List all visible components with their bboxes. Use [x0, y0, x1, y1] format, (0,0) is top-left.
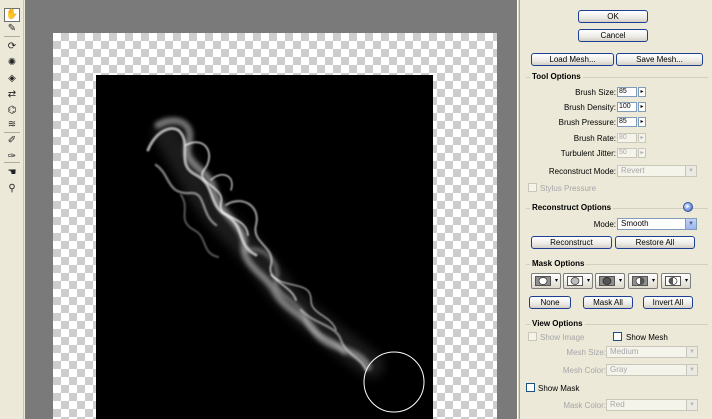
- mirror-tool-icon[interactable]: ⌬: [4, 104, 20, 118]
- stylus-pressure-label: Stylus Pressure: [540, 184, 597, 193]
- turbulent-jitter-label: Turbulent Jitter:: [560, 149, 616, 158]
- mask-options-title: Mask Options: [530, 259, 587, 268]
- chevron-down-icon: ▾: [684, 278, 688, 284]
- mode-label: Mode:: [593, 220, 616, 229]
- mesh-size-label: Mesh Size:: [566, 348, 606, 357]
- bloat-tool-icon[interactable]: ◈: [4, 72, 20, 86]
- invert-mask-button[interactable]: ▾: [661, 273, 691, 289]
- smoke-image: [146, 117, 425, 413]
- show-image-label: Show Image: [540, 333, 585, 342]
- mesh-size-select: Medium ▼: [606, 346, 698, 358]
- pucker-tool-icon[interactable]: ✺: [4, 56, 20, 70]
- chevron-down-icon: ▼: [685, 166, 696, 176]
- brush-size-field[interactable]: 85: [617, 87, 637, 97]
- mask-all-button[interactable]: Mask All: [583, 296, 633, 309]
- mesh-color-label: Mesh Color:: [562, 366, 606, 375]
- mesh-color-value: Gray: [610, 365, 628, 374]
- forward-warp-tool-icon[interactable]: ✋: [4, 8, 20, 22]
- replace-selection-mask-button[interactable]: ▾: [531, 273, 561, 289]
- chevron-down-icon[interactable]: ▼: [685, 219, 696, 229]
- ok-button[interactable]: OK: [578, 10, 648, 23]
- hand-tool-icon[interactable]: ☚: [4, 166, 20, 180]
- chevron-down-icon: ▼: [686, 400, 697, 410]
- tool-options-title: Tool Options: [530, 72, 583, 81]
- preview-canvas[interactable]: [25, 0, 517, 419]
- turbulent-jitter-field: 50: [617, 148, 637, 158]
- stylus-pressure-checkbox: [528, 183, 537, 192]
- mask-color-select: Red ▼: [606, 399, 698, 411]
- restore-all-button[interactable]: Restore All: [615, 236, 695, 249]
- mask-replace-icon: [535, 276, 551, 286]
- brush-size-arrow-icon[interactable]: ▸: [638, 87, 646, 97]
- invert-all-button[interactable]: Invert All: [643, 296, 693, 309]
- show-image-checkbox: [528, 332, 537, 341]
- mask-color-value: Red: [610, 400, 625, 409]
- intersect-mask-button[interactable]: ▾: [628, 273, 658, 289]
- brush-density-field[interactable]: 100: [617, 102, 637, 112]
- mask-intersect-icon: [632, 276, 648, 286]
- mask-subtract-icon: [599, 276, 615, 286]
- mode-value: Smooth: [621, 219, 649, 228]
- image-layer[interactable]: [96, 75, 433, 419]
- twirl-clockwise-tool-icon[interactable]: ⟳: [4, 40, 20, 54]
- brush-density-label: Brush Density:: [563, 103, 616, 112]
- brush-density-arrow-icon[interactable]: ▸: [638, 102, 646, 112]
- brush-size-label: Brush Size:: [575, 88, 616, 97]
- turbulent-jitter-arrow-icon: ▸: [638, 148, 646, 158]
- mask-none-button[interactable]: None: [529, 296, 571, 309]
- show-mask-checkbox[interactable]: [526, 383, 535, 392]
- toolbar-separator: [4, 132, 20, 133]
- toolbar-separator: [4, 36, 20, 37]
- brush-pressure-arrow-icon[interactable]: ▸: [638, 117, 646, 127]
- view-options-title: View Options: [530, 319, 585, 328]
- chevron-down-icon: ▾: [651, 278, 655, 284]
- chevron-down-icon: ▾: [554, 278, 558, 284]
- turbulence-tool-icon[interactable]: ≋: [4, 118, 20, 132]
- brush-rate-label: Brush Rate:: [573, 134, 616, 143]
- add-to-mask-button[interactable]: ▾: [563, 273, 593, 289]
- reconstruct-button[interactable]: Reconstruct: [531, 236, 612, 249]
- brush-pressure-field[interactable]: 85: [617, 117, 637, 127]
- show-mesh-label: Show Mesh: [626, 333, 668, 342]
- reconstruct-mode-dropdown[interactable]: Smooth ▼: [617, 218, 697, 230]
- freeze-mask-tool-icon[interactable]: ✐: [4, 134, 20, 148]
- subtract-from-mask-button[interactable]: ▾: [595, 273, 625, 289]
- save-mesh-button[interactable]: Save Mesh...: [616, 53, 703, 66]
- chevron-down-icon: ▾: [586, 278, 590, 284]
- brush-rate-arrow-icon: ▸: [638, 133, 646, 143]
- push-left-tool-icon[interactable]: ⇄: [4, 88, 20, 102]
- reconstruct-options-title: Reconstruct Options: [530, 203, 614, 212]
- mask-invert-icon: [665, 276, 681, 286]
- show-mask-label: Show Mask: [538, 384, 580, 393]
- mask-add-icon: [567, 276, 583, 286]
- toolbar-separator: [4, 162, 20, 163]
- tool-palette: ✋ ✎ ⟳ ✺ ◈ ⇄ ⌬ ≋ ✐ ✑ ☚ ⚲: [0, 0, 24, 419]
- brush-rate-field: 80: [617, 133, 637, 143]
- reconstruct-options-arrow-icon[interactable]: ▸: [683, 202, 693, 212]
- chevron-down-icon: ▼: [686, 347, 697, 357]
- options-panel: OK Cancel Load Mesh... Save Mesh... Tool…: [520, 0, 712, 419]
- mask-color-label: Mask Color:: [563, 401, 606, 410]
- zoom-tool-icon[interactable]: ⚲: [4, 182, 20, 196]
- cancel-button[interactable]: Cancel: [578, 29, 648, 42]
- show-mesh-checkbox[interactable]: [613, 332, 622, 341]
- reconstruct-mode-select: Revert ▼: [617, 165, 697, 177]
- brush-cursor: [363, 351, 425, 413]
- reconstruct-mode-label: Reconstruct Mode:: [548, 167, 616, 176]
- chevron-down-icon: ▾: [618, 278, 622, 284]
- reconstruct-tool-icon[interactable]: ✎: [4, 22, 20, 36]
- load-mesh-button[interactable]: Load Mesh...: [531, 53, 614, 66]
- chevron-down-icon: ▼: [686, 365, 697, 375]
- mesh-color-select: Gray ▼: [606, 364, 698, 376]
- mesh-size-value: Medium: [610, 347, 639, 356]
- brush-pressure-label: Brush Pressure:: [558, 118, 616, 127]
- reconstruct-mode-value: Revert: [621, 166, 645, 175]
